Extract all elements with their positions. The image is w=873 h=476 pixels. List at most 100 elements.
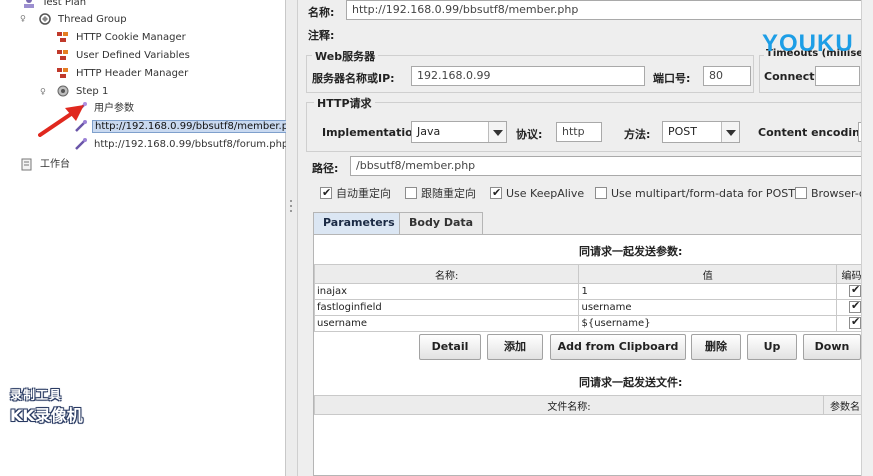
keepalive-checkbox[interactable]: Use KeepAlive: [490, 185, 584, 202]
tree-node-test-plan[interactable]: Test Plan: [22, 0, 88, 11]
checkbox-checked-icon: [490, 185, 502, 201]
files-table: 文件名称: 参数名: [313, 395, 867, 415]
params-table: 名称: 值 编码 inajax 1 fastloginfield usernam…: [313, 264, 867, 332]
implementation-label: Implementation:: [322, 126, 425, 139]
tree-label: 用户参数: [94, 103, 134, 114]
tree-node-user-defined-variables[interactable]: User Defined Variables: [56, 48, 192, 64]
param-value-cell[interactable]: 1: [578, 283, 837, 300]
expander-icon[interactable]: ♀: [40, 88, 48, 96]
tree-label: Test Plan: [42, 0, 87, 8]
tree-node-thread-group[interactable]: Thread Group: [38, 12, 129, 28]
column-header-name[interactable]: 名称:: [313, 264, 580, 284]
tree-node-workbench[interactable]: 工作台: [20, 157, 72, 173]
tree-label: User Defined Variables: [76, 50, 190, 61]
parameters-card: 同请求一起发送参数: 名称: 值 编码 inajax 1 fastloginfi…: [313, 234, 868, 476]
tree-node-step[interactable]: Step 1: [56, 84, 110, 100]
tree-node-header-manager[interactable]: HTTP Header Manager: [56, 66, 190, 82]
implementation-value: Java: [417, 125, 441, 138]
controller-icon: [57, 85, 69, 97]
method-select[interactable]: POST: [662, 121, 740, 143]
browser-compatible-checkbox[interactable]: Browser-c: [795, 186, 865, 202]
checkbox-unchecked-icon: [405, 187, 417, 199]
auto-redirect-checkbox[interactable]: 自动重定向: [320, 185, 391, 202]
files-caption: 同请求一起发送文件:: [579, 376, 683, 389]
splitter-grip: [290, 200, 292, 202]
tree-label: Step 1: [76, 86, 109, 97]
config-element-icon: [57, 68, 68, 78]
test-plan-tree: Test Plan ♀ Thread Group HTTP Cookie Man…: [0, 0, 304, 476]
follow-redirect-checkbox[interactable]: 跟随重定向: [405, 186, 476, 202]
table-row[interactable]: username ${username}: [313, 315, 867, 332]
content-encoding-label: Content encoding:: [758, 126, 873, 139]
protocol-input[interactable]: http: [556, 122, 602, 142]
params-caption: 同请求一起发送参数:: [579, 245, 683, 258]
youku-logo: YOUKU: [762, 30, 854, 57]
checkbox-unchecked-icon: [795, 187, 807, 199]
dropdown-arrow-icon[interactable]: [721, 122, 739, 142]
tree-label: 工作台: [40, 159, 70, 170]
thread-group-icon: [39, 13, 51, 25]
add-from-clipboard-button[interactable]: Add from Clipboard: [550, 334, 686, 360]
dropdown-arrow-icon[interactable]: [488, 122, 506, 142]
web-server-title: Web服务器: [312, 48, 379, 64]
param-value-cell[interactable]: username: [578, 299, 837, 316]
path-label: 路径:: [312, 162, 339, 175]
comment-label: 注释:: [308, 29, 335, 42]
path-input[interactable]: /bbsutf8/member.php: [350, 156, 868, 176]
param-name-cell[interactable]: inajax: [313, 283, 580, 300]
table-row[interactable]: inajax 1: [313, 283, 867, 300]
kk-watermark-line1: 录制工具: [10, 388, 63, 402]
column-header-file-name[interactable]: 文件名称:: [313, 395, 825, 415]
kk-watermark-line2: KK录像机: [10, 406, 83, 425]
tree-label: HTTP Cookie Manager: [76, 32, 186, 43]
http-sampler-icon: [75, 138, 87, 150]
param-name-cell[interactable]: username: [313, 315, 580, 332]
server-label: 服务器名称或IP:: [312, 72, 395, 85]
tree-label: http://192.168.0.99/bbsutf8/forum.php: [94, 139, 289, 150]
port-label: 端口号:: [653, 72, 691, 85]
method-label: 方法:: [624, 128, 651, 141]
add-button[interactable]: 添加: [487, 334, 543, 360]
tab-parameters[interactable]: Parameters: [313, 212, 405, 234]
tree-label: http://192.168.0.99/bbsutf8/member.php: [92, 120, 304, 133]
down-button[interactable]: Down: [803, 334, 861, 360]
up-button[interactable]: Up: [747, 334, 797, 360]
splitter-handle[interactable]: [286, 0, 298, 476]
checkbox-checked-icon: [849, 301, 861, 313]
checkbox-checked-icon: [849, 317, 861, 329]
table-row[interactable]: fastloginfield username: [313, 299, 867, 316]
param-name-cell[interactable]: fastloginfield: [313, 299, 580, 316]
detail-button[interactable]: Detail: [419, 334, 481, 360]
vertical-scrollbar[interactable]: [861, 0, 873, 476]
multipart-checkbox[interactable]: Use multipart/form-data for POST: [595, 186, 795, 202]
checkbox-label: Browser-c: [811, 187, 865, 200]
port-input[interactable]: 80: [703, 66, 751, 86]
server-input[interactable]: 192.168.0.99: [411, 66, 645, 86]
tab-body-data[interactable]: Body Data: [399, 212, 484, 234]
name-input[interactable]: http://192.168.0.99/bbsutf8/member.php: [346, 0, 866, 20]
checkbox-label: Use multipart/form-data for POST: [611, 187, 795, 200]
config-element-icon: [57, 50, 68, 60]
tree-node-sampler-forum[interactable]: http://192.168.0.99/bbsutf8/forum.php: [74, 137, 290, 153]
checkbox-label: 自动重定向: [336, 187, 391, 200]
method-value: POST: [668, 125, 697, 138]
delete-button[interactable]: 删除: [691, 334, 741, 360]
workbench-icon: [21, 158, 32, 171]
tree-node-sampler-member[interactable]: http://192.168.0.99/bbsutf8/member.php: [74, 119, 304, 135]
checkbox-checked-icon: [320, 185, 332, 201]
splitter-grip: [290, 210, 292, 212]
param-value-cell[interactable]: ${username}: [578, 315, 837, 332]
expander-icon[interactable]: ♀: [20, 15, 28, 23]
youku-watermark: YOUKU: [762, 30, 854, 58]
config-element-icon: [57, 32, 68, 42]
tree-node-cookie-manager[interactable]: HTTP Cookie Manager: [56, 30, 188, 46]
checkbox-label: 跟随重定向: [421, 187, 476, 200]
splitter-grip: [290, 205, 292, 207]
name-label: 名称:: [308, 6, 335, 19]
column-header-value[interactable]: 值: [578, 264, 837, 284]
http-request-title: HTTP请求: [314, 95, 375, 111]
checkbox-checked-icon: [849, 285, 861, 297]
implementation-select[interactable]: Java: [411, 121, 507, 143]
tree-label: Thread Group: [58, 14, 127, 25]
connect-input[interactable]: [815, 66, 860, 86]
